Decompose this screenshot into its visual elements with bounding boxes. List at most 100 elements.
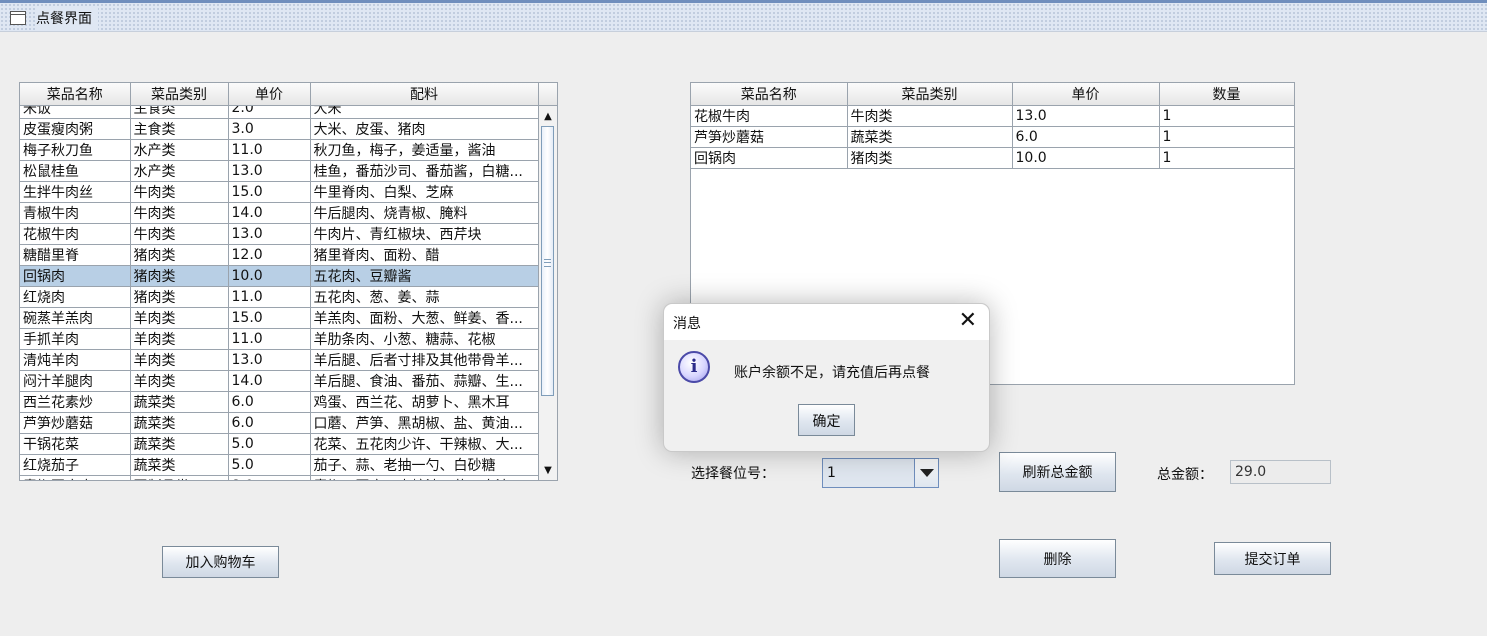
table-cell: 闷汁羊腿肉 bbox=[20, 370, 131, 392]
menu-col-name[interactable]: 菜品名称 bbox=[20, 83, 131, 106]
table-row[interactable]: 干锅花菜 蔬菜类 5.0 花菜、五花肉少许、干辣椒、大... bbox=[20, 433, 539, 455]
table-cell: 花椒牛肉 bbox=[691, 105, 848, 127]
table-row[interactable]: 碗蒸羊羔肉 羊肉类 15.0 羊羔肉、面粉、大葱、鲜姜、香... bbox=[20, 307, 539, 329]
table-cell: 8.0 bbox=[228, 475, 311, 480]
grip-icon bbox=[544, 259, 551, 267]
table-cell: 手抓羊肉 bbox=[20, 328, 131, 350]
table-row[interactable]: 红烧肉 猪肉类 11.0 五花肉、葱、姜、蒜 bbox=[20, 286, 539, 308]
table-row[interactable]: 青椒牛肉 牛肉类 14.0 牛后腿肉、烧青椒、腌料 bbox=[20, 202, 539, 224]
cart-col-category[interactable]: 菜品类别 bbox=[847, 83, 1013, 106]
table-cell: 牛里脊肉、白梨、芝麻 bbox=[310, 181, 539, 203]
table-cell: 水产类 bbox=[130, 160, 229, 182]
table-cell: 5.0 bbox=[228, 433, 311, 455]
table-cell: 1 bbox=[1159, 126, 1295, 148]
table-row[interactable]: 梅子秋刀鱼 水产类 11.0 秋刀鱼，梅子，姜适量，酱油 bbox=[20, 139, 539, 161]
table-cell: 猪肉类 bbox=[847, 147, 1013, 169]
seat-select[interactable]: 1 bbox=[822, 458, 939, 488]
add-to-cart-button[interactable]: 加入购物车 bbox=[162, 546, 279, 578]
table-row[interactable]: 回锅肉 猪肉类 10.0 五花肉、豆瓣酱 bbox=[20, 265, 539, 287]
table-row[interactable]: 芦笋炒蘑菇 蔬菜类 6.0 1 bbox=[691, 126, 1295, 148]
table-row[interactable]: 青椒豆腐皮豆制品类8.0青椒、豆腐、素蠔油、盐、水淀... bbox=[20, 475, 539, 480]
table-cell: 10.0 bbox=[1012, 147, 1160, 169]
table-cell: 牛肉类 bbox=[130, 202, 229, 224]
table-cell: 清炖羊肉 bbox=[20, 349, 131, 371]
table-cell: 牛后腿肉、烧青椒、腌料 bbox=[310, 202, 539, 224]
menu-col-price[interactable]: 单价 bbox=[228, 83, 311, 106]
table-row[interactable]: 红烧茄子 蔬菜类 5.0 茄子、蒜、老抽一勺、白砂糖 bbox=[20, 454, 539, 476]
table-cell: 13.0 bbox=[228, 160, 311, 182]
table-cell: 大米 bbox=[310, 106, 539, 119]
table-cell: 15.0 bbox=[228, 181, 311, 203]
table-cell: 蔬菜类 bbox=[130, 412, 229, 434]
window-title-bar: 点餐界面 bbox=[0, 0, 1487, 32]
table-row[interactable]: 回锅肉 猪肉类 10.0 1 bbox=[691, 147, 1295, 169]
menu-col-ingredients[interactable]: 配料 bbox=[310, 83, 539, 106]
table-cell: 芦笋炒蘑菇 bbox=[691, 126, 848, 148]
table-cell: 6.0 bbox=[228, 391, 311, 413]
cart-col-price[interactable]: 单价 bbox=[1012, 83, 1160, 106]
close-icon[interactable]: ✕ bbox=[959, 307, 977, 335]
total-label: 总金额： bbox=[1157, 467, 1213, 483]
scroll-up-arrow-icon[interactable]: ▲ bbox=[539, 108, 557, 125]
seat-label: 选择餐位号： bbox=[691, 466, 775, 482]
table-cell: 豆制品类 bbox=[130, 475, 229, 480]
table-cell: 大米、皮蛋、猪肉 bbox=[310, 118, 539, 140]
table-cell: 糖醋里脊 bbox=[20, 244, 131, 266]
table-cell: 桂鱼，番茄沙司、番茄酱，白糖... bbox=[310, 160, 539, 182]
table-cell: 6.0 bbox=[1012, 126, 1160, 148]
table-row[interactable]: 芦笋炒蘑菇 蔬菜类 6.0 口蘑、芦笋、黑胡椒、盐、黄油... bbox=[20, 412, 539, 434]
chevron-down-icon[interactable] bbox=[914, 459, 938, 487]
table-cell: 花椒牛肉 bbox=[20, 223, 131, 245]
table-row[interactable]: 生拌牛肉丝 牛肉类 15.0 牛里脊肉、白梨、芝麻 bbox=[20, 181, 539, 203]
table-cell: 碗蒸羊羔肉 bbox=[20, 307, 131, 329]
table-cell: 西兰花素炒 bbox=[20, 391, 131, 413]
table-cell: 秋刀鱼，梅子，姜适量，酱油 bbox=[310, 139, 539, 161]
table-row[interactable]: 米饭 主食类 2.0 大米 bbox=[20, 106, 539, 119]
table-cell: 猪肉类 bbox=[130, 286, 229, 308]
table-cell: 米饭 bbox=[20, 106, 131, 119]
table-row[interactable]: 松鼠桂鱼 水产类 13.0 桂鱼，番茄沙司、番茄酱，白糖... bbox=[20, 160, 539, 182]
table-row[interactable]: 手抓羊肉 羊肉类 11.0 羊肋条肉、小葱、糖蒜、花椒 bbox=[20, 328, 539, 350]
table-cell: 水产类 bbox=[130, 139, 229, 161]
table-cell: 10.0 bbox=[228, 265, 311, 287]
table-cell: 11.0 bbox=[228, 286, 311, 308]
message-dialog: 消息 ✕ i 账户余额不足，请充值后再点餐 确定 bbox=[663, 303, 990, 452]
table-cell: 青椒、豆腐、素蠔油、盐、水淀... bbox=[310, 475, 539, 480]
submit-order-button[interactable]: 提交订单 bbox=[1214, 542, 1331, 575]
scrollbar-thumb[interactable] bbox=[541, 126, 554, 396]
table-cell: 蔬菜类 bbox=[847, 126, 1013, 148]
table-cell: 松鼠桂鱼 bbox=[20, 160, 131, 182]
menu-col-category[interactable]: 菜品类别 bbox=[130, 83, 229, 106]
table-row[interactable]: 皮蛋瘦肉粥 主食类 3.0 大米、皮蛋、猪肉 bbox=[20, 118, 539, 140]
table-cell: 牛肉类 bbox=[130, 181, 229, 203]
table-cell: 2.0 bbox=[228, 106, 311, 119]
table-cell: 羊肉类 bbox=[130, 370, 229, 392]
table-cell: 主食类 bbox=[130, 106, 229, 119]
table-cell: 五花肉、葱、姜、蒜 bbox=[310, 286, 539, 308]
table-row[interactable]: 花椒牛肉 牛肉类 13.0 1 bbox=[691, 105, 1295, 127]
delete-button[interactable]: 删除 bbox=[999, 539, 1116, 578]
table-cell: 1 bbox=[1159, 105, 1295, 127]
menu-table-scrollbar[interactable]: ▲ ▼ bbox=[538, 83, 557, 480]
refresh-total-button[interactable]: 刷新总金额 bbox=[999, 452, 1116, 492]
seat-select-value: 1 bbox=[827, 465, 836, 481]
table-row[interactable]: 花椒牛肉 牛肉类 13.0 牛肉片、青红椒块、西芹块 bbox=[20, 223, 539, 245]
scroll-down-arrow-icon[interactable]: ▼ bbox=[539, 462, 557, 479]
menu-table[interactable]: 菜品名称 菜品类别 单价 配料 米饭 主食类 2.0 大米 皮蛋瘦肉粥 主食类 3.0 大米、… bbox=[19, 82, 558, 481]
dialog-header: 消息 ✕ bbox=[664, 304, 989, 340]
total-amount-field: 29.0 bbox=[1230, 460, 1331, 484]
table-row[interactable]: 清炖羊肉 羊肉类 13.0 羊后腿、后者寸排及其他带骨羊... bbox=[20, 349, 539, 371]
table-cell: 羊后腿、后者寸排及其他带骨羊... bbox=[310, 349, 539, 371]
cart-col-quantity[interactable]: 数量 bbox=[1159, 83, 1295, 106]
ok-button[interactable]: 确定 bbox=[798, 404, 855, 436]
table-row[interactable]: 西兰花素炒 蔬菜类 6.0 鸡蛋、西兰花、胡萝卜、黑木耳 bbox=[20, 391, 539, 413]
menu-table-header: 菜品名称 菜品类别 单价 配料 bbox=[20, 83, 539, 106]
menu-table-body: 米饭 主食类 2.0 大米 皮蛋瘦肉粥 主食类 3.0 大米、皮蛋、猪肉 梅子秋刀鱼 水产类 11.… bbox=[20, 106, 539, 480]
table-row[interactable]: 闷汁羊腿肉 羊肉类 14.0 羊后腿、食油、番茄、蒜瓣、生... bbox=[20, 370, 539, 392]
table-cell: 12.0 bbox=[228, 244, 311, 266]
table-cell: 茄子、蒜、老抽一勺、白砂糖 bbox=[310, 454, 539, 476]
table-row[interactable]: 糖醋里脊 猪肉类 12.0 猪里脊肉、面粉、醋 bbox=[20, 244, 539, 266]
cart-col-name[interactable]: 菜品名称 bbox=[691, 83, 848, 106]
table-cell: 羊羔肉、面粉、大葱、鲜姜、香... bbox=[310, 307, 539, 329]
table-cell: 蔬菜类 bbox=[130, 433, 229, 455]
